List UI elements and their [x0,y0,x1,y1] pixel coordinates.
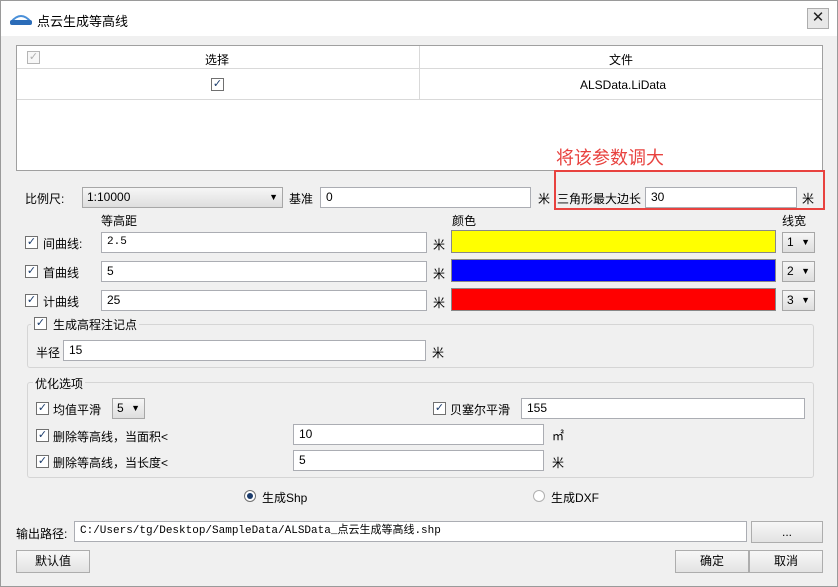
dialog-window: 点云生成等高线 ✕ ✓ 选择 文件 ✓ ALSData.LiData 将该参数调… [0,0,838,587]
chevron-down-icon: ▼ [269,192,278,202]
delete-by-area-unit: ㎡ [552,429,565,443]
triangle-max-edge-input[interactable]: 30 [645,187,797,208]
index-color-swatch[interactable] [451,288,776,311]
row-file-name: ALSData.LiData [580,78,667,92]
index-interval-input[interactable]: 25 [101,290,427,311]
bezier-smooth-input[interactable]: 155 [521,398,805,419]
first-contour-label: 首曲线 [43,266,80,280]
browse-button[interactable]: ... [751,521,823,543]
elevation-points-label: 生成高程注记点 [53,318,138,332]
output-dxf-label: 生成DXF [551,491,600,505]
intermediate-width-select[interactable]: 1 ▼ [782,232,815,253]
radio-selected-dot [247,493,253,499]
chevron-down-icon: ▼ [131,403,140,413]
color-header: 颜色 [452,214,477,228]
index-contour-label: 计曲线 [43,295,80,309]
chevron-down-icon: ▼ [801,266,810,276]
intermediate-color-swatch[interactable] [451,230,776,253]
row-checkbox[interactable]: ✓ [211,78,224,91]
chevron-down-icon: ▼ [801,295,810,305]
radius-unit: 米 [432,346,445,360]
intermediate-width-value: 1 [787,235,794,249]
radius-label: 半径 [36,346,61,360]
output-shp-radio[interactable] [244,490,256,502]
delete-by-length-checkbox[interactable]: ✓ [36,455,49,468]
column-header-file: 文件 [609,53,634,67]
intermediate-contour-checkbox[interactable]: ✓ [25,236,38,249]
elevation-points-group-title: ✓ 生成高程注记点 [31,316,140,332]
chevron-down-icon: ▼ [801,237,810,247]
base-label: 基准 [289,192,314,206]
bezier-smooth-checkbox[interactable]: ✓ [433,402,446,415]
first-width-value: 2 [787,264,794,278]
output-path-label: 输出路径: [16,527,68,541]
ok-button[interactable]: 确定 [675,550,749,573]
radius-input[interactable]: 15 [63,340,426,361]
intermediate-interval-input[interactable]: 2.5 [101,232,427,253]
scale-label: 比例尺: [25,192,65,206]
optimize-group-title: 优化选项 [33,375,86,392]
first-width-select[interactable]: 2 ▼ [782,261,815,282]
base-input[interactable]: 0 [320,187,531,208]
column-header-select: 选择 [205,53,230,67]
first-color-swatch[interactable] [451,259,776,282]
index-width-value: 3 [787,293,794,307]
annotation-text: 将该参数调大 [556,148,664,168]
index-contour-checkbox[interactable]: ✓ [25,294,38,307]
delete-by-length-unit: 米 [552,456,565,470]
delete-by-length-input[interactable]: 5 [293,450,544,471]
default-values-button[interactable]: 默认值 [16,550,90,573]
mean-smooth-checkbox[interactable]: ✓ [36,402,49,415]
delete-by-area-checkbox[interactable]: ✓ [36,429,49,442]
index-unit: 米 [433,296,446,310]
cancel-button[interactable]: 取消 [749,550,823,573]
elevation-points-checkbox[interactable]: ✓ [34,317,47,330]
file-table: ✓ 选择 文件 ✓ ALSData.LiData [16,45,823,171]
intermediate-contour-label: 间曲线: [43,237,83,251]
window-title: 点云生成等高线 [37,14,129,29]
index-first-contour-checkbox[interactable]: ✓ [25,265,38,278]
triangle-label: 三角形最大边长 [557,192,642,206]
base-unit: 米 [538,192,551,206]
title-bar: 点云生成等高线 ✕ [1,1,837,36]
app-logo-icon [9,8,33,28]
delete-by-area-input[interactable]: 10 [293,424,544,445]
output-dxf-radio[interactable] [533,490,545,502]
delete-by-length-label: 删除等高线，当长度< [53,456,169,470]
select-all-checkbox[interactable]: ✓ [27,51,40,64]
delete-by-area-label: 删除等高线，当面积< [53,430,169,444]
close-button[interactable]: ✕ [807,8,829,29]
output-shp-label: 生成Shp [262,491,308,505]
output-path-input[interactable]: C:/Users/tg/Desktop/SampleData/ALSData_点… [74,521,747,542]
intermediate-unit: 米 [433,238,446,252]
index-width-select[interactable]: 3 ▼ [782,290,815,311]
mean-smooth-value: 5 [117,401,124,415]
first-interval-input[interactable]: 5 [101,261,427,282]
mean-smooth-select[interactable]: 5 ▼ [112,398,145,419]
scale-value: 1:10000 [87,190,131,204]
table-row[interactable]: ✓ ALSData.LiData [17,69,822,100]
interval-header: 等高距 [101,214,138,228]
first-unit: 米 [433,267,446,281]
width-header: 线宽 [782,214,807,228]
scale-select[interactable]: 1:10000 ▼ [82,187,283,208]
mean-smooth-label: 均值平滑 [53,403,102,417]
triangle-unit: 米 [802,192,815,206]
bezier-smooth-label: 贝塞尔平滑 [450,403,511,417]
